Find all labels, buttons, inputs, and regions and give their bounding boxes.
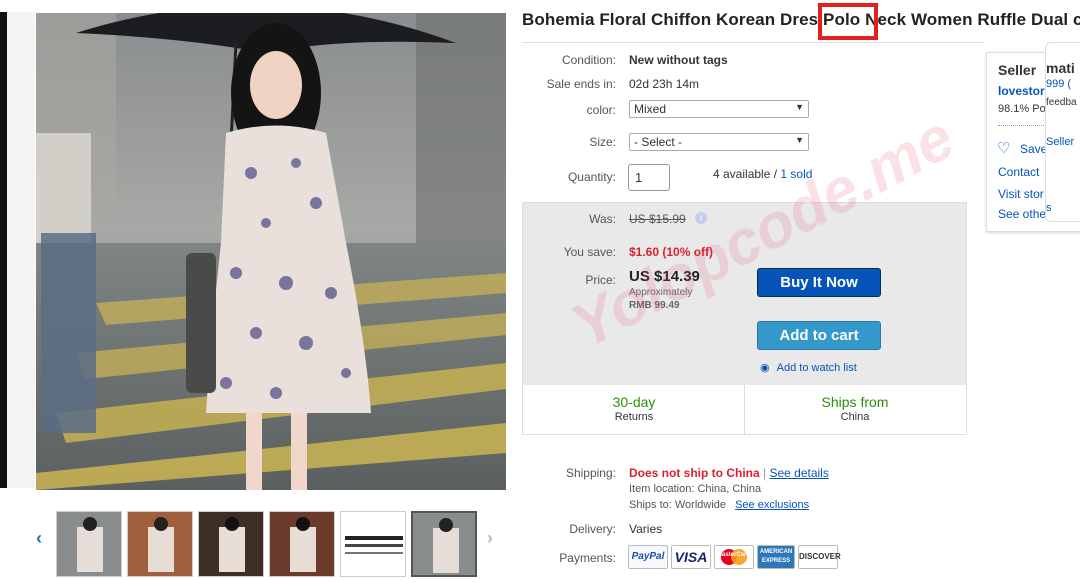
returns-sub: Returns <box>614 411 654 423</box>
save-seller-link[interactable]: Save <box>1020 142 1047 156</box>
popup-seller-link[interactable]: Seller <box>1046 136 1074 148</box>
watch-list-link[interactable]: ◉ Add to watch list <box>760 361 857 374</box>
size-select[interactable]: - Select - ▼ <box>629 133 809 151</box>
seller-heading: Seller <box>998 62 1037 78</box>
price-value: US $14.39 <box>629 268 700 285</box>
visa-logo: VISA <box>671 545 711 569</box>
payments-label: Payments: <box>559 551 616 565</box>
popup-heading: mati <box>1046 60 1075 76</box>
you-save-label: You save: <box>563 245 616 259</box>
thumbnail-1[interactable] <box>56 511 122 577</box>
dropdown-arrow-icon: ▼ <box>795 135 804 145</box>
sale-ends-label: Sale ends in: <box>546 77 616 91</box>
watch-list-label: Add to watch list <box>776 362 857 374</box>
main-product-image[interactable] <box>36 13 506 490</box>
thumbnail-3[interactable] <box>198 511 264 577</box>
highlight-annotation-box <box>818 3 878 40</box>
sold-link[interactable]: 1 sold <box>780 167 812 181</box>
approx-label: Approximately <box>629 287 693 298</box>
was-label: Was: <box>589 212 616 226</box>
ships-to: Ships to: Worldwide See exclusions <box>629 499 809 511</box>
seller-feedback: 98.1% Po <box>998 103 1046 115</box>
info-icon[interactable]: i <box>695 212 707 224</box>
sale-ends-value: 02d 23h 14m <box>629 77 700 91</box>
thumbnail-2[interactable] <box>127 511 193 577</box>
see-details-link[interactable]: See details <box>769 466 828 480</box>
quantity-input[interactable]: 1 <box>628 164 670 191</box>
mastercard-label: MasterCard <box>717 552 751 558</box>
available-count: 4 available / <box>713 167 778 181</box>
size-label: Size: <box>589 135 616 149</box>
condition-label: Condition: <box>561 53 616 67</box>
no-ship-text: Does not ship to China <box>629 466 760 480</box>
paypal-logo: PayPal <box>628 545 668 569</box>
discover-logo: DISCOVER <box>798 545 841 569</box>
color-label: color: <box>586 103 616 117</box>
returns-title: 30-day <box>612 394 656 410</box>
popup-s-link[interactable]: s <box>1046 202 1052 214</box>
price-label: Price: <box>585 273 616 287</box>
see-other-items-link[interactable]: See othe <box>998 207 1046 221</box>
amex-logo: AMERICAN EXPRESS <box>757 545 795 569</box>
delivery-value: Varies <box>629 522 663 536</box>
shipping-status: Does not ship to China | See details <box>629 466 829 480</box>
left-edge-bar <box>0 12 7 488</box>
eye-icon: ◉ <box>760 362 770 374</box>
thumbnail-5[interactable] <box>340 511 406 577</box>
see-exclusions-link[interactable]: See exclusions <box>735 499 809 511</box>
dropdown-arrow-icon: ▼ <box>795 102 804 112</box>
thumbnail-prev-icon[interactable]: ‹ <box>36 528 42 549</box>
quantity-label: Quantity: <box>567 170 616 184</box>
contact-seller-link[interactable]: Contact <box>998 165 1039 179</box>
buy-it-now-button[interactable]: Buy It Now <box>757 268 881 297</box>
approx-value: RMB 99.49 <box>629 300 680 311</box>
item-location: Item location: China, China <box>629 483 762 495</box>
popup-feedback: feedba <box>1046 97 1077 108</box>
thumbnail-6-selected[interactable] <box>411 511 477 577</box>
ships-from-title: Ships from <box>821 394 889 410</box>
add-to-cart-button[interactable]: Add to cart <box>757 321 881 350</box>
title-divider <box>522 42 984 43</box>
thumbnail-4[interactable] <box>269 511 335 577</box>
color-select[interactable]: Mixed ▼ <box>629 100 809 118</box>
shipping-label: Shipping: <box>565 466 616 480</box>
condition-value: New without tags <box>629 53 728 67</box>
delivery-label: Delivery: <box>569 522 616 536</box>
popup-score[interactable]: 999 ( <box>1046 78 1071 90</box>
visit-store-link[interactable]: Visit stor <box>998 187 1044 201</box>
was-price: US $15.99 <box>629 212 686 226</box>
seller-name-link[interactable]: lovestor <box>998 84 1045 98</box>
seller-divider <box>998 125 1048 126</box>
savings-value: $1.60 (10% off) <box>629 245 714 259</box>
mastercard-logo: MasterCard <box>714 545 754 569</box>
left-gutter <box>7 12 35 488</box>
heart-icon[interactable]: ♡ <box>997 139 1010 157</box>
ships-to-text: Ships to: Worldwide <box>629 499 727 511</box>
thumbnail-next-icon[interactable]: › <box>487 528 493 549</box>
ships-from-sub: China <box>840 411 870 423</box>
listing-title: Bohemia Floral Chiffon Korean Dres Polo … <box>522 10 1080 29</box>
availability: 4 available / 1 sold <box>713 167 812 181</box>
